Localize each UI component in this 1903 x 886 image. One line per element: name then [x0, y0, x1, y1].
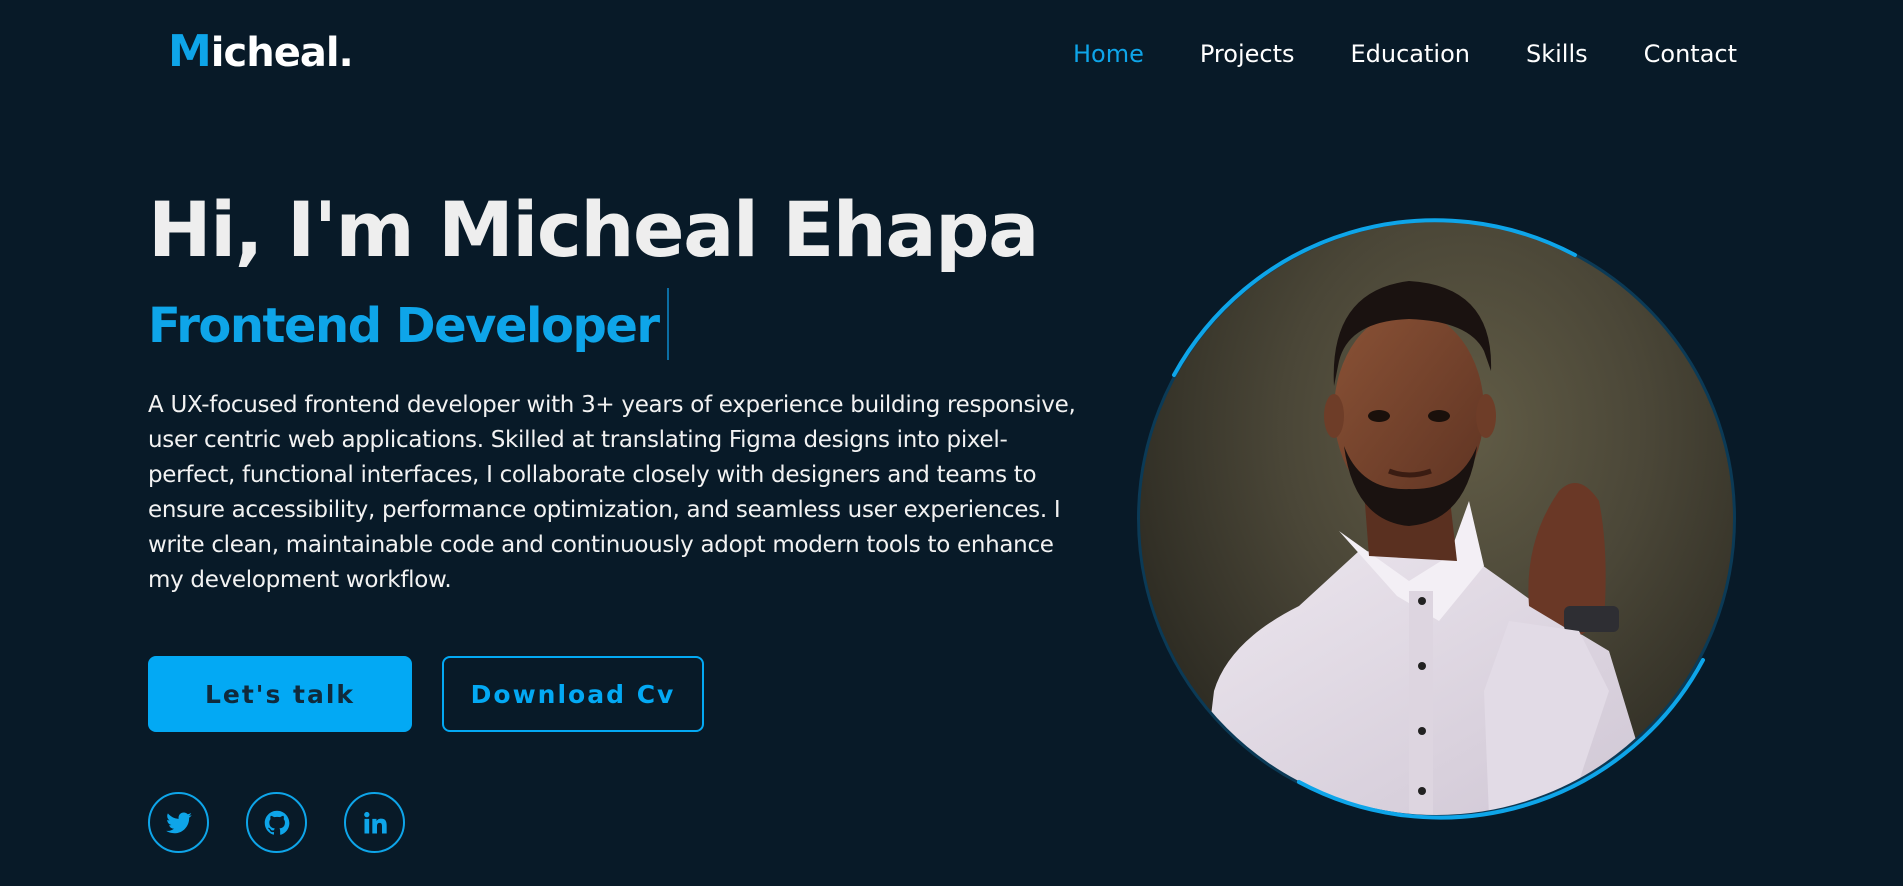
linkedin-icon — [363, 811, 387, 833]
typing-caret — [666, 288, 669, 360]
profile-photo-frame — [1135, 217, 1738, 820]
nav-item-skills[interactable]: Skills — [1526, 42, 1588, 66]
hero-description: A UX-focused frontend developer with 3+ … — [148, 392, 1076, 593]
logo-text: icheal. — [210, 30, 354, 76]
nav-item-contact[interactable]: Contact — [1644, 42, 1737, 66]
github-link[interactable] — [246, 792, 307, 853]
hero-title: Hi, I'm Micheal Ehapa — [148, 185, 1039, 274]
nav-item-projects[interactable]: Projects — [1200, 42, 1295, 66]
nav-item-home[interactable]: Home — [1073, 42, 1144, 66]
site-logo[interactable]: Micheal. — [168, 30, 354, 76]
main-nav: Home Projects Education Skills Contact — [1017, 42, 1737, 66]
twitter-link[interactable] — [148, 792, 209, 853]
twitter-icon — [165, 812, 192, 833]
profile-ring — [1137, 218, 1736, 820]
download-cv-button[interactable]: Download Cv — [442, 656, 704, 732]
hero-role: Frontend Developer — [148, 288, 669, 360]
github-icon — [264, 810, 289, 835]
lets-talk-button[interactable]: Let's talk — [148, 656, 412, 732]
nav-item-education[interactable]: Education — [1351, 42, 1470, 66]
logo-initial: M — [168, 26, 212, 77]
linkedin-link[interactable] — [344, 792, 405, 853]
hero-role-text: Frontend Developer — [148, 298, 660, 354]
social-links — [148, 792, 442, 853]
